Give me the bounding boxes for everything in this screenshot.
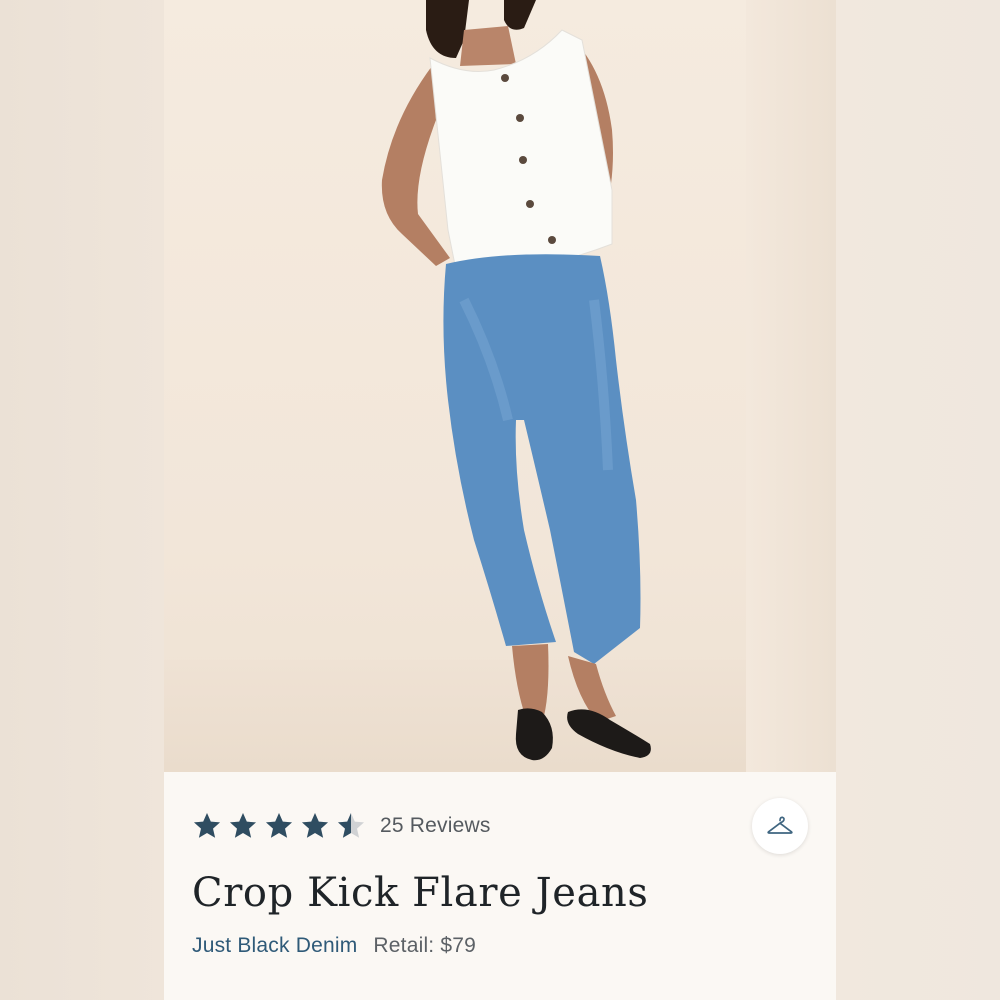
star-icon — [338, 813, 364, 838]
save-to-closet-button[interactable] — [752, 798, 808, 854]
neck — [460, 26, 516, 66]
white-tank-top — [429, 29, 613, 281]
star-icon — [266, 813, 292, 838]
button — [516, 114, 524, 122]
button — [501, 74, 509, 82]
star-icon — [194, 813, 220, 838]
reviews-count[interactable]: 25 Reviews — [380, 814, 491, 838]
star-icon — [230, 813, 256, 838]
left-sandal — [515, 708, 553, 761]
star-icon — [302, 813, 328, 838]
model-figure — [381, 0, 651, 761]
product-photo[interactable] — [164, 0, 836, 772]
product-card[interactable]: 25 Reviews Crop Kick Flare Jeans Just Bl… — [164, 0, 836, 1000]
star-rating[interactable] — [192, 811, 366, 841]
button — [519, 156, 527, 164]
hanger-icon — [767, 816, 793, 834]
background-right — [836, 0, 1000, 1000]
left-lower-leg — [512, 644, 549, 718]
hair-right — [504, 0, 536, 30]
rating-row[interactable]: 25 Reviews — [192, 810, 491, 842]
background-left — [0, 0, 164, 1000]
brand-link[interactable]: Just Black Denim — [192, 934, 357, 958]
product-title[interactable]: Crop Kick Flare Jeans — [192, 870, 649, 916]
button — [526, 200, 534, 208]
retail-price: Retail: $79 — [373, 934, 477, 957]
product-meta: Just Black Denim Retail: $79 — [192, 934, 476, 958]
product-details: 25 Reviews Crop Kick Flare Jeans Just Bl… — [164, 772, 836, 1000]
button — [548, 236, 556, 244]
